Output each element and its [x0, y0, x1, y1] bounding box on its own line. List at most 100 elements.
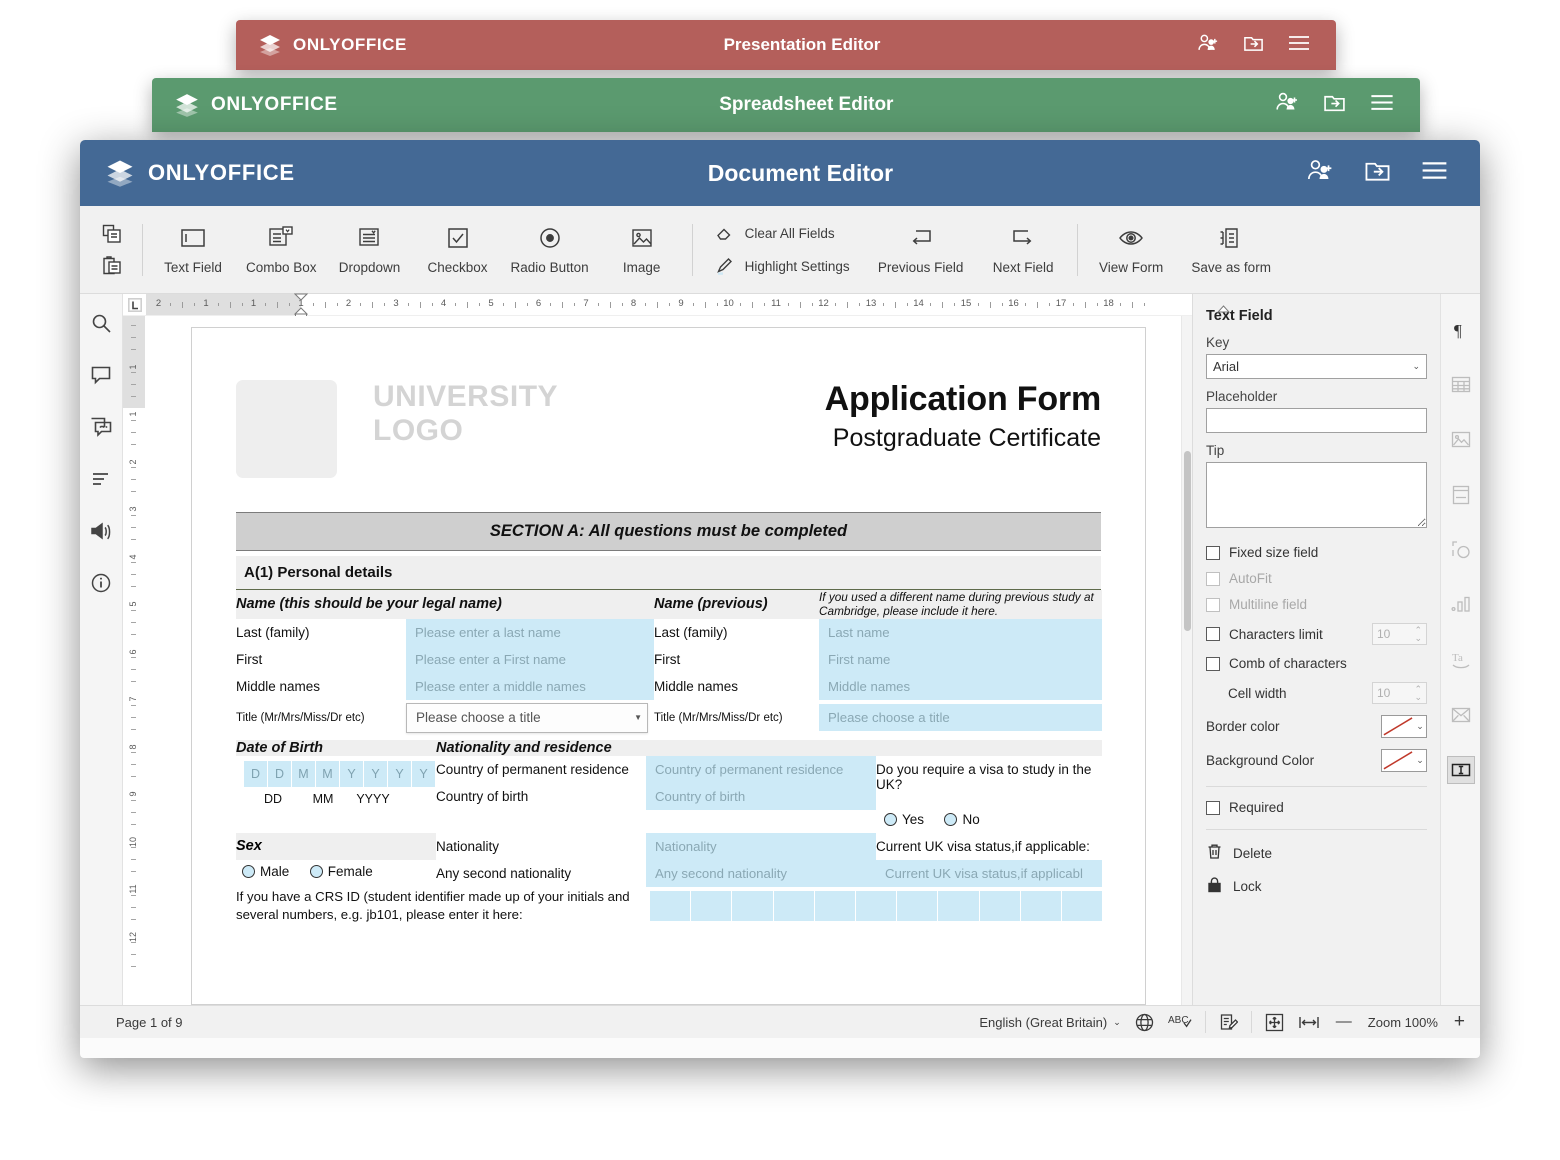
- spreadsheet-editor-window[interactable]: ONLYOFFICE Spreadsheet Editor: [152, 78, 1420, 132]
- text-field-button[interactable]: Text Field: [149, 221, 237, 279]
- prev-middle-names-field[interactable]: Middle names: [819, 672, 1103, 700]
- first-name-field[interactable]: Please enter a First name: [406, 645, 655, 673]
- fit-to-width-icon[interactable]: [1298, 1014, 1320, 1031]
- scrollbar-thumb[interactable]: [1184, 451, 1191, 631]
- image-icon: [630, 225, 654, 251]
- paste-icon[interactable]: [100, 253, 124, 277]
- set-language-icon[interactable]: [1135, 1013, 1154, 1032]
- about-icon[interactable]: [88, 570, 114, 596]
- comb-of-characters-checkbox[interactable]: Comb of characters: [1206, 656, 1427, 671]
- chat-icon[interactable]: [88, 414, 114, 440]
- document-language[interactable]: English (Great Britain) ⌄: [979, 1015, 1120, 1030]
- open-file-location-icon[interactable]: [1364, 158, 1391, 188]
- mail-merge-icon[interactable]: [1447, 701, 1475, 729]
- open-file-location-icon[interactable]: [1243, 33, 1264, 58]
- previous-field-button[interactable]: Previous Field: [866, 221, 976, 279]
- chevron-down-icon[interactable]: ⌄: [1414, 721, 1426, 732]
- stepper-arrows-icon[interactable]: ⌃ ⌄: [1414, 685, 1422, 702]
- track-changes-icon[interactable]: [1219, 1013, 1238, 1032]
- nationality-field[interactable]: Nationality: [646, 832, 876, 860]
- hamburger-menu-icon[interactable]: [1370, 94, 1394, 117]
- cell-width-stepper[interactable]: 10 ⌃ ⌄: [1372, 682, 1427, 704]
- tab-stop-selector[interactable]: [123, 294, 146, 315]
- visa-status-field[interactable]: Current UK visa status,if applicabl: [876, 859, 1103, 887]
- presentation-editor-window[interactable]: ONLYOFFICE Presentation Editor: [236, 20, 1336, 70]
- characters-limit-stepper[interactable]: 10 ⌃ ⌄: [1372, 623, 1427, 645]
- prev-title-field[interactable]: Please choose a title: [819, 704, 1103, 732]
- document-editor-window[interactable]: ONLYOFFICE Document Editor Text Field Co…: [80, 140, 1480, 1058]
- table-settings-icon[interactable]: [1447, 371, 1475, 399]
- placeholder-input[interactable]: [1206, 408, 1427, 433]
- page-scroll-region[interactable]: UNIVERSITY LOGO Application Form Postgrad…: [145, 316, 1192, 1005]
- add-collaborator-icon[interactable]: [1306, 158, 1334, 188]
- zoom-in-button[interactable]: +: [1452, 1011, 1467, 1033]
- text-art-settings-icon[interactable]: Ta: [1447, 646, 1475, 674]
- chevron-down-icon[interactable]: ▼: [634, 713, 642, 722]
- visa-no-radio[interactable]: No: [944, 812, 980, 827]
- dropdown-button[interactable]: Dropdown: [326, 221, 414, 279]
- sex-male-radio[interactable]: Male: [242, 864, 289, 879]
- required-checkbox[interactable]: Required: [1206, 800, 1427, 815]
- image-settings-icon[interactable]: [1447, 426, 1475, 454]
- clear-all-fields-button[interactable]: Clear All Fields: [715, 222, 850, 245]
- border-color-swatch[interactable]: ⌄: [1381, 715, 1427, 738]
- shape-settings-icon[interactable]: [1447, 536, 1475, 564]
- crs-id-comb-field[interactable]: [650, 890, 1103, 921]
- stepper-arrows-icon[interactable]: ⌃ ⌄: [1414, 626, 1422, 643]
- visa-yes-radio[interactable]: Yes: [884, 812, 924, 827]
- comments-icon[interactable]: [88, 362, 114, 388]
- vertical-ruler[interactable]: 1 1 2 3 4 5 6 7 8 9 10 11 12: [123, 316, 145, 1005]
- page-vertical-scrollbar[interactable]: [1181, 316, 1192, 1005]
- characters-limit-checkbox[interactable]: Characters limit: [1206, 627, 1323, 642]
- second-nationality-field[interactable]: Any second nationality: [646, 859, 876, 887]
- presentation-brand: ONLYOFFICE: [236, 33, 407, 57]
- add-collaborator-icon[interactable]: [1197, 33, 1219, 58]
- prev-last-name-field[interactable]: Last name: [819, 618, 1103, 646]
- hamburger-menu-icon[interactable]: [1421, 161, 1448, 185]
- zoom-out-button[interactable]: —: [1334, 1013, 1354, 1031]
- prev-first-name-field[interactable]: First name: [819, 645, 1103, 673]
- headings-icon[interactable]: [88, 466, 114, 492]
- ruler-track[interactable]: 2 1 1 1 2 3 4 5 6 7 8 9 10 11 12 13 14 15 16 17 18: [146, 293, 1230, 318]
- save-as-form-button[interactable]: Save as form: [1179, 221, 1284, 279]
- hamburger-menu-icon[interactable]: [1288, 35, 1310, 56]
- country-permanent-residence-field[interactable]: Country of permanent residence: [646, 755, 876, 783]
- chevron-down-icon[interactable]: ⌄: [1414, 755, 1426, 766]
- feedback-icon[interactable]: [88, 518, 114, 544]
- last-name-field[interactable]: Please enter a last name: [406, 618, 655, 646]
- fixed-size-checkbox[interactable]: Fixed size field: [1206, 545, 1427, 560]
- chart-settings-icon[interactable]: [1447, 591, 1475, 619]
- header-footer-settings-icon[interactable]: [1447, 481, 1475, 509]
- search-icon[interactable]: [88, 310, 114, 336]
- copy-icon[interactable]: [100, 222, 124, 246]
- highlight-settings-button[interactable]: Highlight Settings: [715, 255, 850, 278]
- key-select[interactable]: Arial ⌄: [1206, 354, 1427, 379]
- chevron-down-icon[interactable]: ⌄: [1412, 361, 1420, 372]
- right-indent-marker[interactable]: [1216, 293, 1230, 320]
- view-form-button[interactable]: View Form: [1084, 221, 1179, 279]
- checkbox-button[interactable]: Checkbox: [414, 221, 502, 279]
- paragraph-settings-icon[interactable]: ¶: [1447, 316, 1475, 344]
- tip-textarea[interactable]: [1206, 462, 1427, 528]
- background-color-swatch[interactable]: ⌄: [1381, 749, 1427, 772]
- middle-names-field[interactable]: Please enter a middle names: [406, 672, 655, 700]
- horizontal-ruler[interactable]: 2 1 1 1 2 3 4 5 6 7 8 9 10 11 12 13 14 15 16 17 18: [123, 293, 1230, 318]
- fit-to-page-icon[interactable]: [1265, 1013, 1284, 1032]
- form-settings-icon[interactable]: [1446, 756, 1475, 784]
- dob-comb-field[interactable]: D D M M Y Y Y Y: [244, 760, 436, 787]
- lock-field-button[interactable]: Lock: [1206, 876, 1427, 896]
- document-page[interactable]: UNIVERSITY LOGO Application Form Postgrad…: [191, 327, 1146, 1005]
- zoom-level-label[interactable]: Zoom 100%: [1368, 1015, 1438, 1030]
- delete-field-button[interactable]: Delete: [1206, 843, 1427, 863]
- sex-female-radio[interactable]: Female: [309, 864, 373, 879]
- next-field-button[interactable]: Next Field: [976, 221, 1071, 279]
- open-file-location-icon[interactable]: [1323, 92, 1346, 119]
- title-combo-box-field[interactable]: Please choose a title ▼: [406, 702, 649, 733]
- add-collaborator-icon[interactable]: [1275, 91, 1299, 119]
- combo-box-button[interactable]: Combo Box: [237, 221, 326, 279]
- country-of-birth-field[interactable]: Country of birth: [646, 782, 876, 810]
- chevron-down-icon[interactable]: ⌄: [1113, 1017, 1121, 1028]
- image-field-button[interactable]: Image: [598, 221, 686, 279]
- radio-button-button[interactable]: Radio Button: [502, 221, 598, 279]
- spell-check-icon[interactable]: ABC: [1168, 1013, 1192, 1031]
